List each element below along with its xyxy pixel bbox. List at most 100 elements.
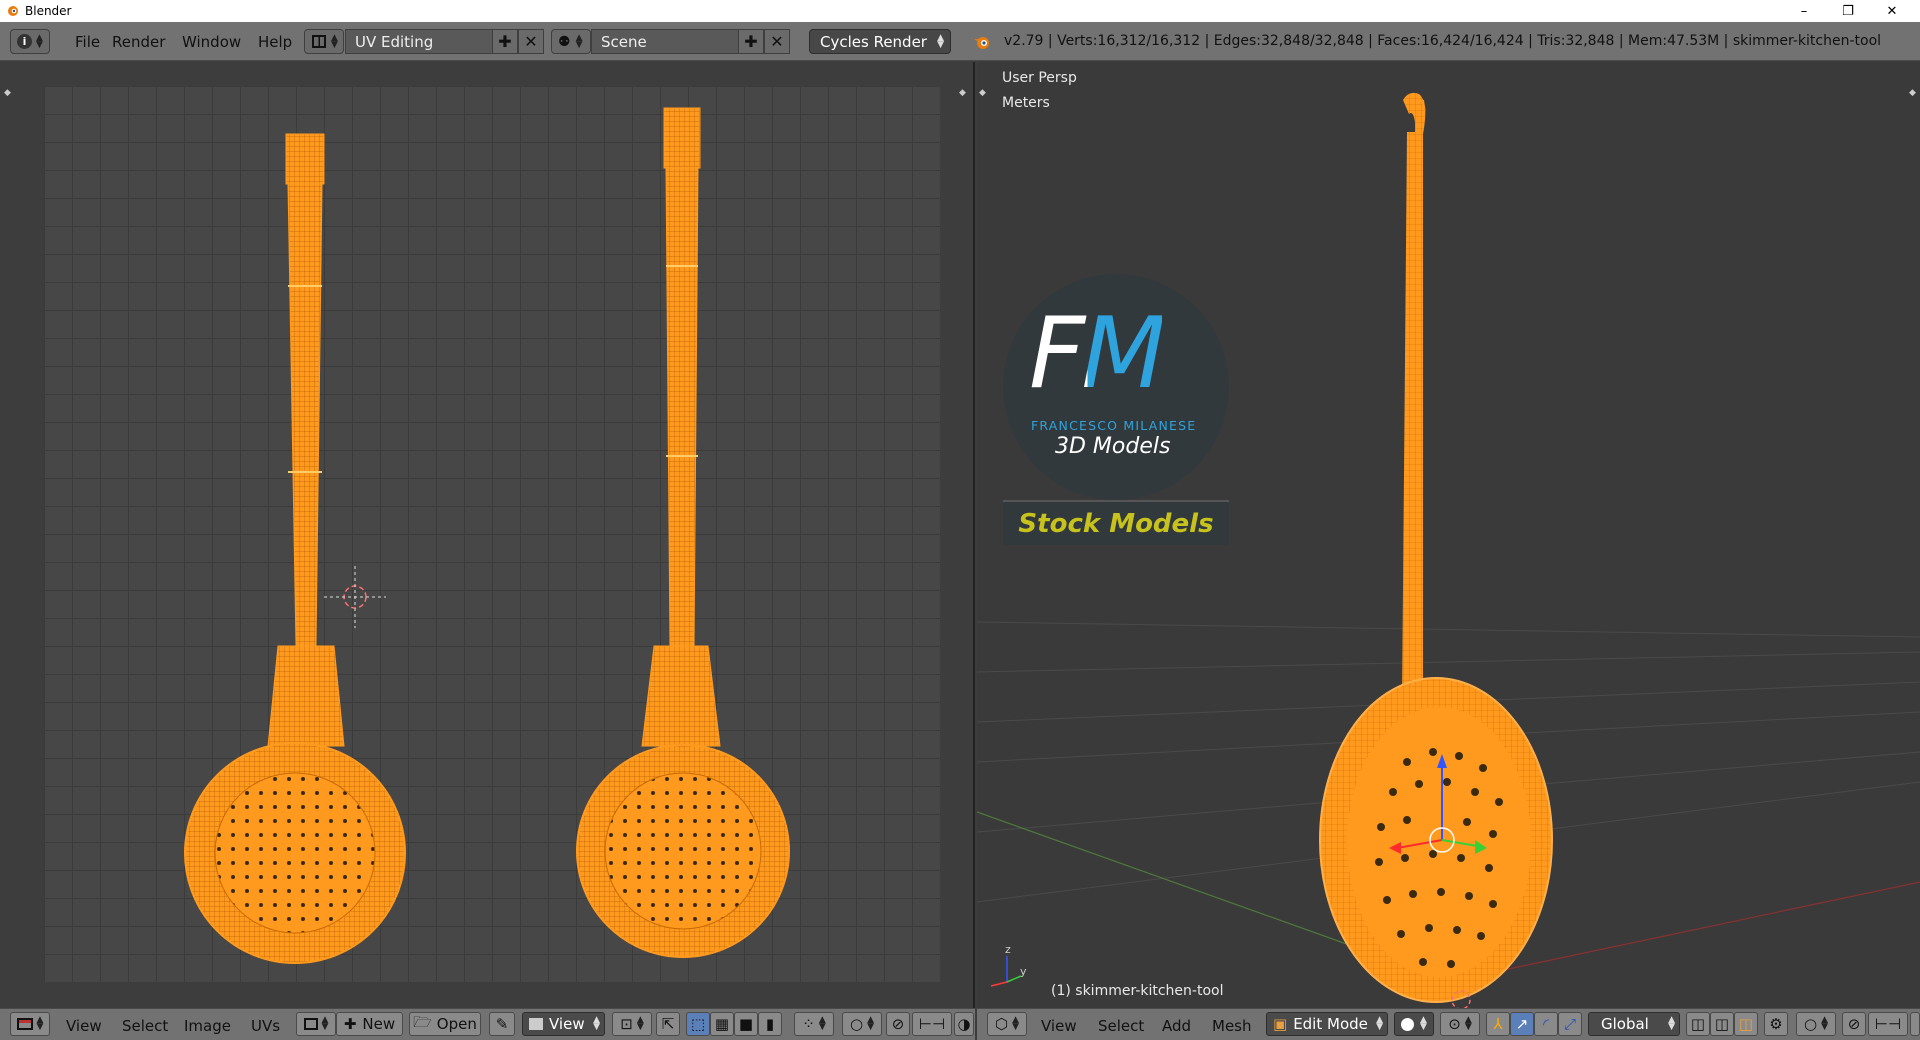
magnet-icon: ⊘ — [891, 1015, 905, 1033]
blender-logo-icon — [8, 6, 18, 16]
proportional-edit-dropdown[interactable]: ○ ▲ ▼ — [842, 1012, 882, 1036]
info-icon: i — [17, 34, 32, 49]
viewport-header-overflow[interactable] — [1910, 1012, 1920, 1036]
pivot-point-dropdown[interactable]: ⊙ ▲ ▼ — [1440, 1012, 1480, 1036]
tool-shelf-toggle-icon[interactable]: ◆ — [979, 88, 986, 98]
screen-layout-name-field[interactable]: UV Editing — [345, 29, 493, 54]
viewport-shading-dropdown[interactable]: ▲ ▼ — [1394, 1012, 1434, 1036]
uv-image-editor[interactable]: ◆ ◆ — [0, 62, 975, 1008]
menu-window[interactable]: Window — [169, 33, 254, 51]
uv-island-right[interactable] — [576, 107, 790, 958]
pin-image-button[interactable]: ✎ — [489, 1012, 515, 1036]
viewport-menu-view[interactable]: View — [1041, 1017, 1077, 1035]
new-image-button[interactable]: ✚ New — [336, 1012, 403, 1036]
manipulator-icon: ⅄ — [1493, 1015, 1503, 1033]
transform-orientation-dropdown[interactable]: Global ▲ ▼ — [1588, 1012, 1680, 1036]
uv-island-left[interactable] — [184, 133, 406, 964]
uv-view-mode-dropdown[interactable]: View ▲ ▼ — [522, 1012, 605, 1036]
folder-icon: 🗁 — [413, 1012, 432, 1031]
island-select-mode[interactable]: ▮ — [758, 1012, 782, 1036]
uv-editor-type-selector[interactable]: ▲ ▼ — [10, 1012, 50, 1036]
image-editor-icon — [16, 1018, 33, 1030]
pivot-dropdown[interactable]: ⊡ ▲ ▼ — [612, 1012, 652, 1036]
uv-menu-image[interactable]: Image — [184, 1017, 231, 1035]
properties-panel-toggle-icon[interactable]: ◆ — [1909, 88, 1916, 98]
minimize-button[interactable]: – — [1782, 0, 1826, 22]
edge-select-icon: ▦ — [714, 1015, 730, 1033]
snap-element-icon: ⊢⊣ — [1874, 1015, 1902, 1033]
rotate-manipulator-button[interactable]: ◜ — [1534, 1012, 1558, 1036]
layer-icon: ◫ — [1714, 1015, 1730, 1033]
proportional-edit-icon: ○ — [849, 1015, 864, 1033]
image-icon — [303, 1018, 318, 1030]
viewport-proportional-edit-dropdown[interactable]: ○ ▲ ▼ — [1796, 1012, 1836, 1036]
layer-button-1[interactable]: ◫ — [1686, 1012, 1710, 1036]
channels-icon: ◑ — [957, 1015, 971, 1033]
face-select-mode[interactable]: ■ — [734, 1012, 758, 1036]
pin-icon: ✎ — [495, 1015, 509, 1033]
stock-models-badge: Stock Models — [1003, 500, 1229, 545]
image-channels-button[interactable]: ◑ — [954, 1012, 974, 1036]
sync-selection-toggle[interactable]: ⇱ — [656, 1012, 680, 1036]
viewport-menu-add[interactable]: Add — [1162, 1017, 1191, 1035]
3d-viewport[interactable]: ◆ ◆ User Persp Meters (1) skimmer-kitche… — [977, 62, 1920, 1008]
menu-render[interactable]: Render — [99, 33, 178, 51]
blender-logo-icon — [974, 37, 989, 49]
sticky-selection-dropdown[interactable]: ⁘ ▲ ▼ — [794, 1012, 834, 1036]
layout-grid-icon — [312, 35, 326, 48]
toolbar-toggle-icon[interactable]: ◆ — [4, 88, 11, 98]
editor-type-info-selector[interactable]: i ▲ ▼ — [10, 29, 50, 54]
edge-select-mode[interactable]: ▦ — [710, 1012, 734, 1036]
viewport-snap-toggle[interactable]: ⊘ — [1842, 1012, 1866, 1036]
properties-toggle-icon[interactable]: ◆ — [959, 88, 966, 98]
logo-mark: FM — [1029, 297, 1166, 411]
render-engine-dropdown[interactable]: Cycles Render ▲ ▼ — [809, 29, 951, 54]
uv-menu-uvs[interactable]: UVs — [251, 1017, 280, 1035]
translate-arrow-icon: ↗ — [1515, 1015, 1529, 1033]
island-select-icon: ▮ — [765, 1015, 775, 1033]
face-select-icon: ■ — [738, 1015, 754, 1033]
scene-icon-selector[interactable]: ⚉ ▲ ▼ — [551, 29, 591, 54]
pivot-icon: ⊡ — [620, 1015, 633, 1033]
uv-menu-view[interactable]: View — [66, 1017, 102, 1035]
add-screen-button[interactable]: ✚ — [492, 29, 518, 54]
viewport-menu-mesh[interactable]: Mesh — [1212, 1017, 1252, 1035]
image-browse-button[interactable]: ▲ ▼ — [296, 1012, 336, 1036]
restore-button[interactable]: ❐ — [1826, 0, 1870, 22]
stock-models-label: Stock Models — [1018, 508, 1214, 539]
viewport-snap-element-dropdown[interactable]: ⊢⊣ — [1868, 1012, 1908, 1036]
occlude-geometry-toggle[interactable]: ⚙ — [1764, 1012, 1788, 1036]
pivot-point-icon: ⊙ — [1448, 1015, 1461, 1033]
menu-help[interactable]: Help — [245, 33, 305, 51]
add-scene-button[interactable]: ✚ — [738, 29, 764, 54]
scale-manipulator-button[interactable]: ⤢ — [1558, 1012, 1582, 1036]
layer-button-2[interactable]: ◫ — [1710, 1012, 1734, 1036]
delete-screen-button[interactable]: ✕ — [518, 29, 544, 54]
vertex-select-mode[interactable]: ⬚ — [686, 1012, 710, 1036]
plus-icon: ✚ — [744, 32, 758, 51]
open-image-button[interactable]: 🗁 Open — [409, 1012, 481, 1036]
screen-layout-icon-selector[interactable]: ▲ ▼ — [304, 29, 344, 54]
viewport-editor-type-selector[interactable]: ⬡ ▲ ▼ — [987, 1012, 1027, 1036]
uv-islands — [184, 107, 790, 964]
skimmer-mesh[interactable] — [1319, 92, 1553, 1003]
uv-menu-select[interactable]: Select — [122, 1017, 168, 1035]
close-window-button[interactable]: ✕ — [1870, 0, 1914, 22]
rotate-arc-icon: ◜ — [1543, 1015, 1549, 1033]
solid-shading-icon — [1401, 1017, 1414, 1031]
uv-grid[interactable] — [44, 86, 940, 982]
snap-element-icon: ⊢⊣ — [918, 1015, 946, 1033]
render-engine-label: Cycles Render — [820, 32, 927, 51]
close-icon: ✕ — [770, 32, 784, 51]
viewport-menu-select[interactable]: Select — [1098, 1017, 1144, 1035]
interaction-mode-dropdown[interactable]: ▣ Edit Mode ▲ ▼ — [1266, 1012, 1388, 1036]
layer-button-3[interactable]: ◫ — [1734, 1012, 1758, 1036]
delete-scene-button[interactable]: ✕ — [764, 29, 790, 54]
window-titlebar: Blender – ❐ ✕ — [0, 0, 1920, 22]
view-name-label: User Persp — [1002, 70, 1077, 86]
scene-name-field[interactable]: Scene — [591, 29, 739, 54]
manipulator-toggle[interactable]: ⅄ — [1486, 1012, 1510, 1036]
snap-element-dropdown[interactable]: ⊢⊣ — [912, 1012, 952, 1036]
snap-toggle[interactable]: ⊘ — [886, 1012, 910, 1036]
translate-manipulator-button[interactable]: ↗ — [1510, 1012, 1534, 1036]
